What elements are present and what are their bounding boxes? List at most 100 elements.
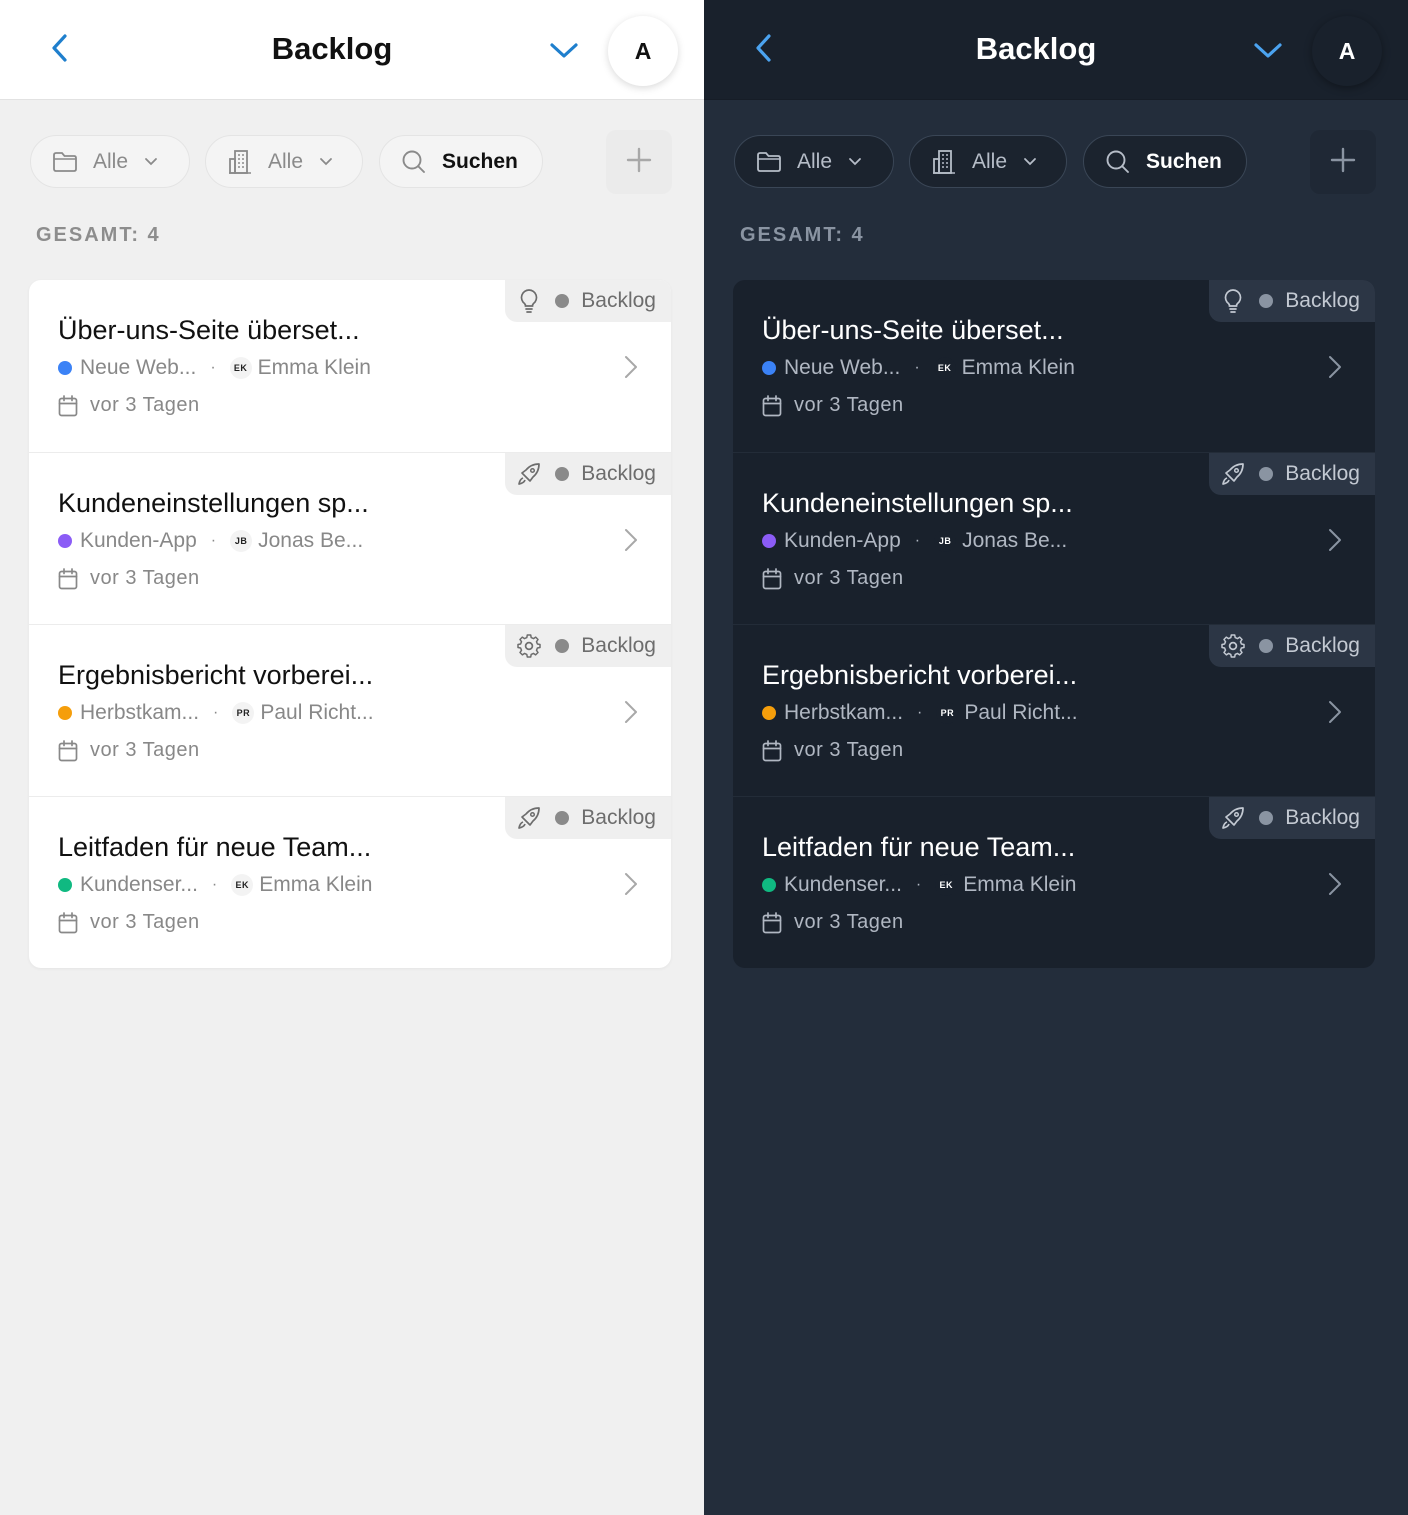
- user-avatar[interactable]: A: [1312, 16, 1382, 86]
- task-title: Leitfaden für neue Team...: [762, 832, 1076, 862]
- chevron-down-icon: [144, 155, 158, 169]
- project-filter-dropdown[interactable]: Alle: [30, 135, 190, 188]
- rocket-icon: [1221, 462, 1245, 486]
- task-meta: Herbstkam... · PR Paul Richt...: [58, 701, 374, 725]
- status-badge: Backlog: [1209, 797, 1375, 839]
- calendar-icon: [762, 739, 782, 762]
- task-date: vor 3 Tagen: [58, 911, 200, 934]
- task-date: vor 3 Tagen: [58, 567, 200, 590]
- page-title: Backlog: [975, 31, 1097, 66]
- chevron-right-icon: [1325, 352, 1345, 382]
- date-label: vor 3 Tagen: [90, 911, 200, 933]
- task-title: Über-uns-Seite überset...: [762, 315, 1064, 345]
- task-meta: Neue Web... · EK Emma Klein: [58, 356, 371, 380]
- assignee-name: Paul Richt...: [260, 701, 374, 724]
- task-meta: Kunden-App · JB Jonas Be...: [58, 529, 363, 553]
- date-label: vor 3 Tagen: [90, 394, 200, 416]
- status-dot: [555, 467, 570, 481]
- rocket-icon: [517, 806, 541, 830]
- status-dot: [555, 639, 570, 653]
- task-card[interactable]: Backlog Über-uns-Seite überset... Neue W…: [29, 280, 671, 452]
- search-button[interactable]: Suchen: [1083, 135, 1247, 188]
- status-label: Backlog: [1285, 462, 1360, 485]
- company-filter-label: Alle: [972, 149, 1008, 173]
- back-button[interactable]: [40, 28, 80, 72]
- assignee-avatar: EK: [933, 357, 956, 379]
- search-button[interactable]: Suchen: [379, 135, 543, 188]
- assignee-name: Emma Klein: [257, 356, 371, 379]
- task-title: Ergebnisbericht vorberei...: [58, 660, 374, 690]
- chevron-right-icon: [1325, 869, 1345, 899]
- assignee-name: Emma Klein: [963, 873, 1077, 896]
- gear-icon: [517, 634, 542, 658]
- task-meta: Kundenser... · EK Emma Klein: [762, 873, 1076, 897]
- project-name: Kunden-App: [80, 529, 197, 552]
- task-date: vor 3 Tagen: [762, 394, 904, 417]
- add-task-button[interactable]: [606, 130, 672, 194]
- task-card[interactable]: Backlog Kundeneinstellungen sp... Kunden…: [29, 452, 671, 624]
- calendar-icon: [58, 394, 78, 417]
- assignee-name: Paul Richt...: [964, 701, 1078, 724]
- user-avatar[interactable]: A: [608, 16, 678, 86]
- calendar-icon: [762, 394, 782, 417]
- date-label: vor 3 Tagen: [794, 739, 904, 761]
- view-switcher-button[interactable]: [1244, 32, 1292, 72]
- lightbulb-icon: [517, 289, 541, 313]
- status-label: Backlog: [581, 289, 656, 312]
- chevron-right-icon: [621, 352, 641, 382]
- status-label: Backlog: [581, 462, 656, 485]
- total-count: GESAMT: 4: [740, 224, 865, 246]
- backlog-pane-light: Backlog A Alle Alle Suchen GESAMT: 4 Bac…: [0, 0, 704, 1515]
- back-button[interactable]: [744, 28, 784, 72]
- filter-bar: Alle Alle Suchen: [30, 130, 674, 195]
- search-label: Suchen: [1146, 149, 1222, 173]
- task-date: vor 3 Tagen: [762, 567, 904, 590]
- project-name: Neue Web...: [80, 356, 197, 379]
- separator-dot: ·: [915, 876, 922, 893]
- status-dot: [555, 294, 570, 308]
- task-card[interactable]: Backlog Über-uns-Seite überset... Neue W…: [733, 280, 1375, 452]
- project-color-dot: [762, 361, 776, 375]
- project-name: Herbstkam...: [80, 701, 200, 724]
- chevron-right-icon: [1325, 525, 1345, 555]
- task-card[interactable]: Backlog Leitfaden für neue Team... Kunde…: [29, 796, 671, 968]
- status-dot: [1259, 294, 1274, 308]
- top-bar: Backlog A: [704, 0, 1408, 100]
- project-filter-dropdown[interactable]: Alle: [734, 135, 894, 188]
- filter-bar: Alle Alle Suchen: [734, 130, 1378, 195]
- status-label: Backlog: [1285, 806, 1360, 829]
- company-filter-dropdown[interactable]: Alle: [205, 135, 363, 188]
- separator-dot: ·: [914, 532, 921, 549]
- add-task-button[interactable]: [1310, 130, 1376, 194]
- task-card[interactable]: Backlog Leitfaden für neue Team... Kunde…: [733, 796, 1375, 968]
- task-card[interactable]: Backlog Ergebnisbericht vorberei... Herb…: [733, 624, 1375, 796]
- folder-icon: [51, 148, 79, 176]
- status-label: Backlog: [1285, 634, 1360, 657]
- status-badge: Backlog: [505, 797, 671, 839]
- status-label: Backlog: [1285, 289, 1360, 312]
- separator-dot: ·: [210, 532, 217, 549]
- assignee-avatar: EK: [231, 874, 254, 896]
- separator-dot: ·: [917, 704, 923, 721]
- status-badge: Backlog: [1209, 280, 1375, 322]
- calendar-icon: [58, 911, 78, 934]
- project-color-dot: [58, 534, 72, 548]
- view-switcher-button[interactable]: [540, 32, 588, 72]
- assignee-name: Emma Klein: [961, 356, 1075, 379]
- project-name: Kundenser...: [80, 873, 198, 896]
- status-badge: Backlog: [505, 625, 671, 667]
- building-icon: [226, 148, 254, 176]
- project-color-dot: [762, 878, 776, 892]
- company-filter-dropdown[interactable]: Alle: [909, 135, 1067, 188]
- status-dot: [1259, 467, 1274, 481]
- chevron-right-icon: [621, 869, 641, 899]
- chevron-down-icon: [549, 40, 579, 65]
- lightbulb-icon: [1221, 289, 1245, 313]
- assignee-avatar: PR: [936, 702, 959, 724]
- status-label: Backlog: [581, 634, 656, 657]
- calendar-icon: [762, 911, 782, 934]
- date-label: vor 3 Tagen: [90, 567, 200, 589]
- task-card[interactable]: Backlog Ergebnisbericht vorberei... Herb…: [29, 624, 671, 796]
- assignee-name: Emma Klein: [259, 873, 373, 896]
- task-card[interactable]: Backlog Kundeneinstellungen sp... Kunden…: [733, 452, 1375, 624]
